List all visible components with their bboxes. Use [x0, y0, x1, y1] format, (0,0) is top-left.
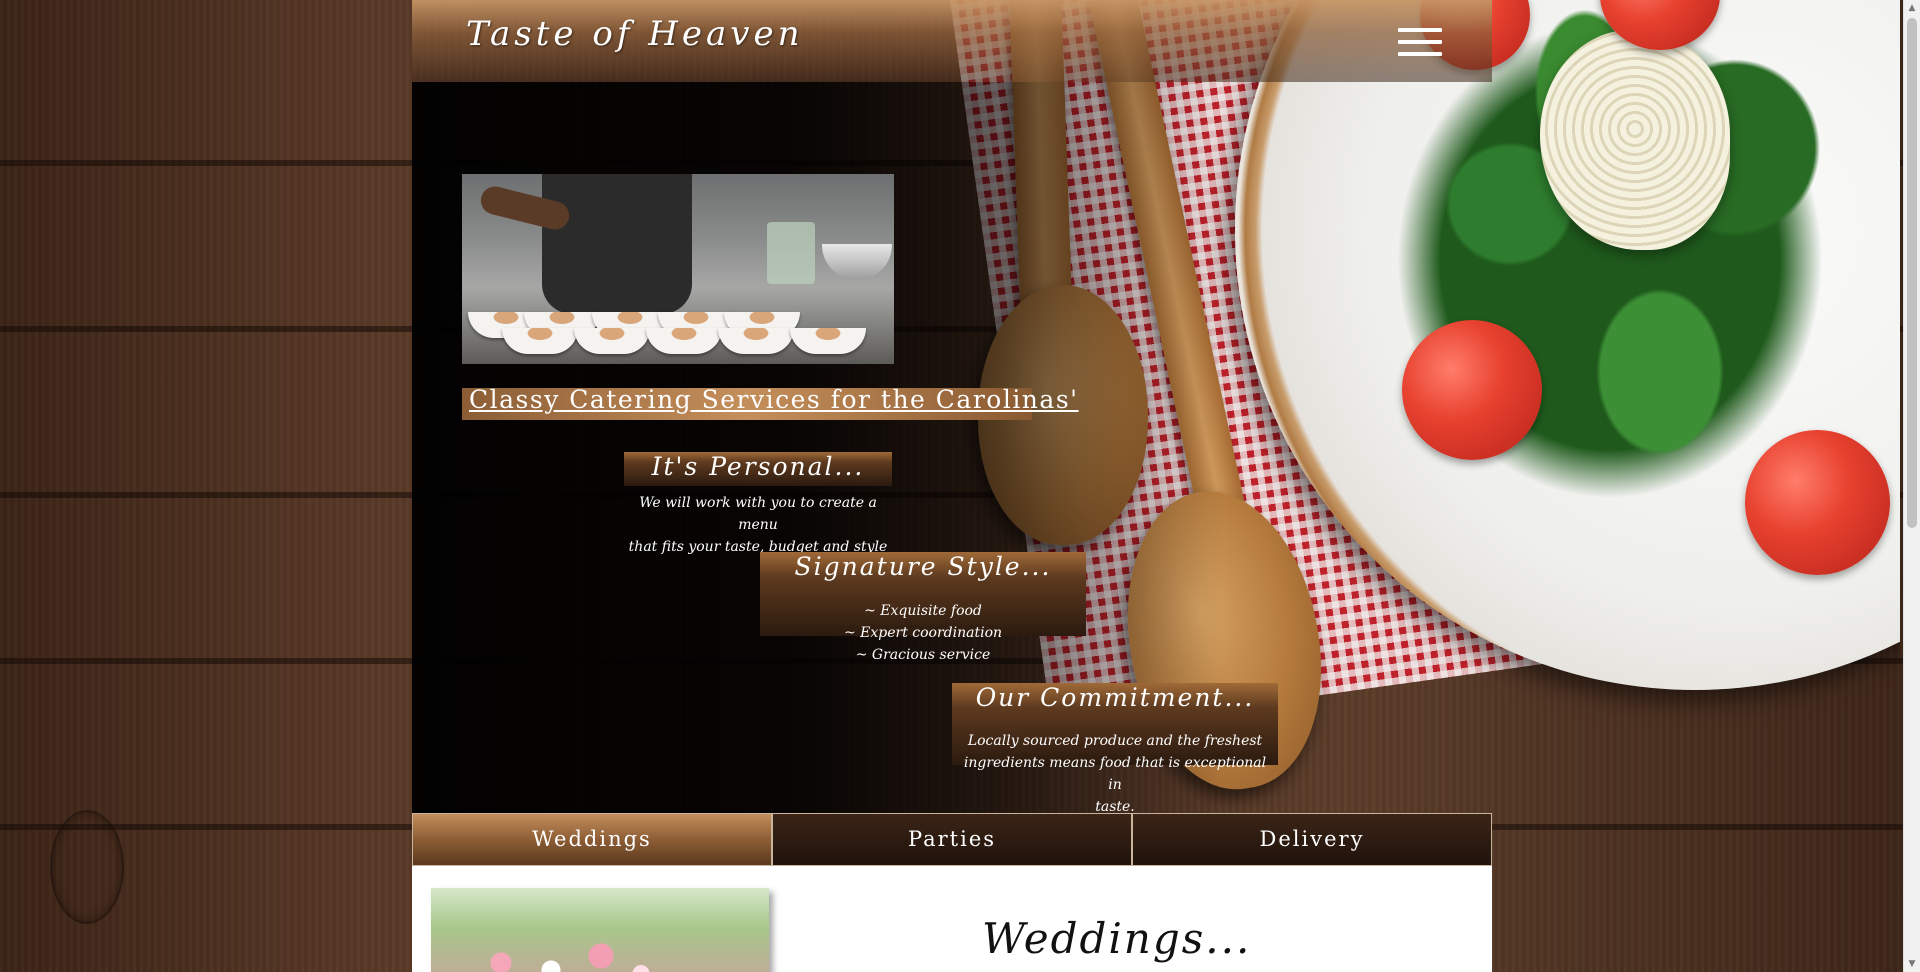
panel-heading: Weddings... [982, 914, 1252, 963]
bowl [502, 328, 578, 354]
weddings-panel: Weddings... [412, 866, 1492, 972]
site-logo[interactable]: Taste of Heaven [466, 14, 803, 54]
wood-knot-decoration [50, 810, 124, 924]
tab-parties[interactable]: Parties [772, 813, 1132, 866]
feature-line: ~ Expert coordination [843, 625, 1003, 641]
feature-line: Locally sourced produce and the freshest [967, 733, 1263, 749]
hero-section: Classy Catering Services for the Carolin… [412, 82, 1492, 815]
scroll-down-arrow-icon[interactable]: ▼ [1904, 956, 1920, 972]
feature-personal-text: We will work with you to create a menu t… [624, 492, 892, 558]
feature-line: ingredients means food that is exception… [963, 755, 1267, 793]
feature-signature-text: ~ Exquisite food ~ Expert coordination ~… [760, 600, 1086, 666]
chef-figure [542, 174, 692, 314]
bowl [790, 328, 866, 354]
chef-plating-photo [462, 174, 894, 364]
menu-bar [1398, 40, 1442, 44]
feature-line: ~ Gracious service [855, 647, 991, 663]
tab-weddings[interactable]: Weddings [412, 813, 772, 866]
scroll-up-arrow-icon[interactable]: ▲ [1904, 0, 1920, 16]
feature-commitment-text: Locally sourced produce and the freshest… [962, 730, 1268, 818]
page-container: Taste of Heaven Classy Catering Services… [412, 0, 1492, 972]
cherry-tomato [1745, 430, 1890, 575]
menu-bar [1398, 28, 1442, 32]
service-tabs: Weddings Parties Delivery [412, 813, 1492, 866]
site-header: Taste of Heaven [412, 0, 1492, 82]
wedding-reception-photo [431, 888, 769, 972]
page-scrollbar[interactable]: ▲ ▼ [1903, 0, 1920, 972]
menu-bar [1398, 52, 1442, 56]
plated-bowls [462, 312, 894, 364]
feature-line: We will work with you to create a menu [639, 495, 877, 533]
steel-bowl [822, 244, 892, 280]
flower-arrangement [461, 928, 661, 972]
feature-personal-title: It's Personal... [651, 452, 865, 481]
bowl [574, 328, 650, 354]
herb-container [767, 222, 815, 284]
tagline-link[interactable]: Classy Catering Services for the Carolin… [469, 385, 1079, 414]
feature-commitment-title: Our Commitment... [975, 683, 1255, 712]
bowl [646, 328, 722, 354]
hamburger-menu-icon[interactable] [1398, 26, 1442, 58]
bowl [718, 328, 794, 354]
scrollbar-thumb[interactable] [1907, 18, 1917, 528]
tab-delivery[interactable]: Delivery [1132, 813, 1492, 866]
feature-signature-title: Signature Style... [794, 552, 1052, 581]
feature-line: ~ Exquisite food [864, 603, 982, 619]
